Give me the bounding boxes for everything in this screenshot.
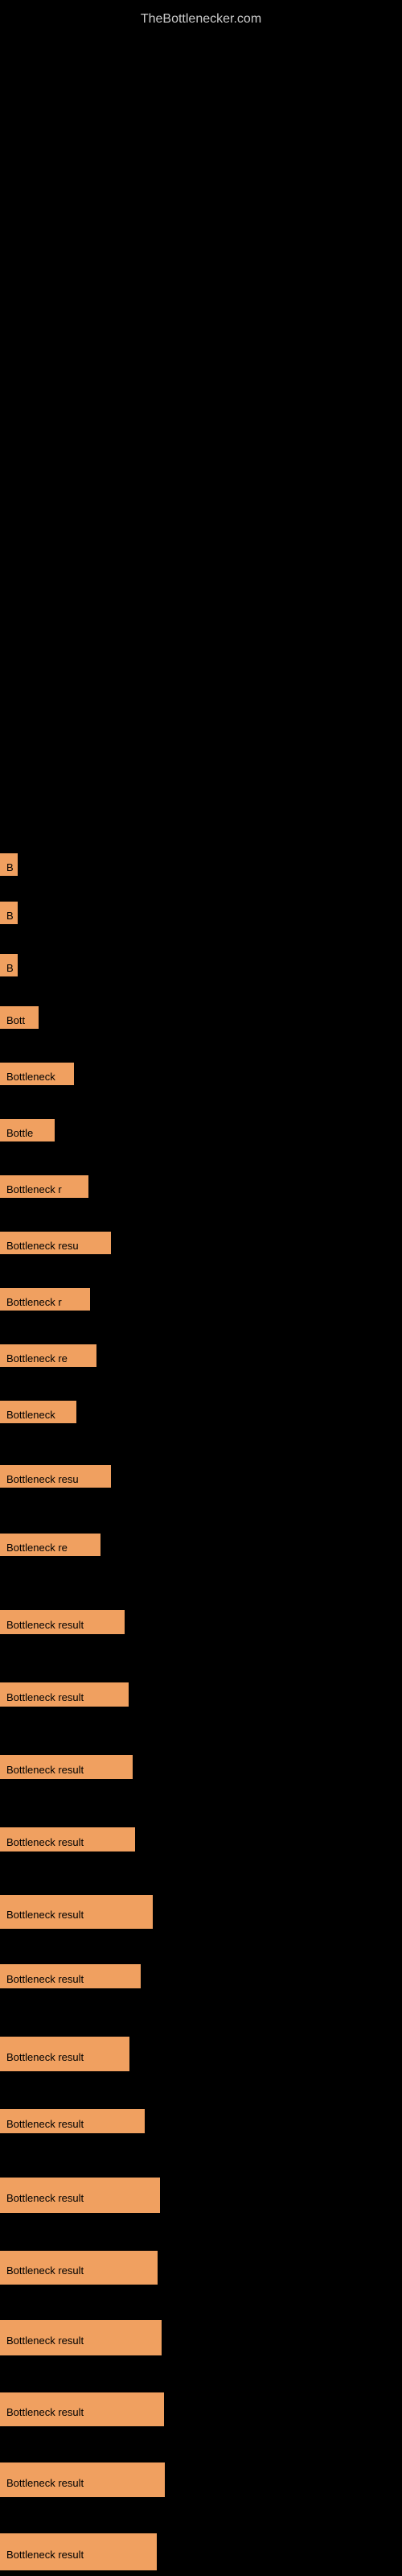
- bottleneck-result-item: Bottleneck r: [0, 1175, 88, 1198]
- bottleneck-result-item: Bottleneck result: [0, 2392, 164, 2426]
- bottleneck-result-item: Bottleneck resu: [0, 1465, 111, 1488]
- bottleneck-result-item: Bottleneck result: [0, 1895, 153, 1929]
- bottleneck-result-item: Bottleneck re: [0, 1344, 96, 1367]
- bottleneck-result-item: Bottleneck resu: [0, 1232, 111, 1254]
- bottleneck-result-item: B: [0, 853, 18, 876]
- bottleneck-result-item: Bottleneck result: [0, 1964, 141, 1988]
- bottleneck-result-item: Bott: [0, 1006, 39, 1029]
- bottleneck-result-item: Bottleneck result: [0, 2251, 158, 2285]
- bottleneck-result-item: Bottleneck result: [0, 2533, 157, 2570]
- bottleneck-result-item: Bottleneck r: [0, 1288, 90, 1311]
- bottleneck-result-item: Bottleneck result: [0, 2109, 145, 2133]
- bottleneck-result-item: Bottleneck: [0, 1401, 76, 1423]
- bottleneck-result-item: Bottle: [0, 1119, 55, 1141]
- site-title: TheBottlenecker.com: [0, 4, 402, 35]
- bottleneck-result-item: Bottleneck result: [0, 1755, 133, 1779]
- bottleneck-result-item: Bottleneck result: [0, 1610, 125, 1634]
- bottleneck-result-item: Bottleneck result: [0, 2037, 129, 2071]
- bottleneck-result-item: Bottleneck re: [0, 1534, 100, 1556]
- bottleneck-result-item: Bottleneck result: [0, 1682, 129, 1707]
- bottleneck-result-item: Bottleneck result: [0, 2320, 162, 2355]
- bottleneck-result-item: Bottleneck result: [0, 2462, 165, 2497]
- bottleneck-result-item: B: [0, 954, 18, 976]
- bottleneck-result-item: B: [0, 902, 18, 924]
- bottleneck-result-item: Bottleneck result: [0, 1827, 135, 1852]
- bottleneck-result-item: Bottleneck: [0, 1063, 74, 1085]
- bottleneck-result-item: Bottleneck result: [0, 2178, 160, 2213]
